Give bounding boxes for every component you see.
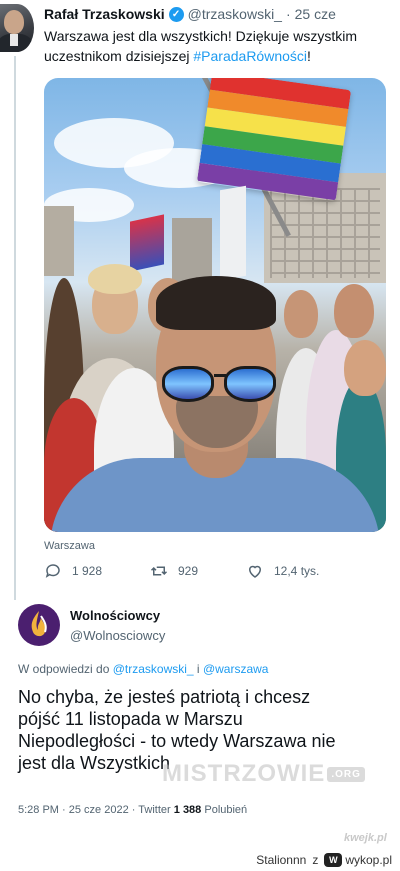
kwejk-watermark: kwejk.pl [344,832,387,844]
reply-source: Twitter [138,804,171,816]
tweet-actions: 1 928 929 12,4 tys. [44,562,384,586]
crowd-head [344,340,386,396]
author-handle[interactable]: @trzaskowski_ [188,6,282,22]
reply-author-handle[interactable]: @Wolnosciowcy [70,628,165,643]
reply-text-line: pójść 11 listopada w Marszu [18,709,243,729]
reply-likes-count[interactable]: 1 388 [174,804,202,816]
speech-bubble-icon [45,564,60,578]
small-flag [220,185,246,281]
footer-joiner: z [312,852,319,867]
avatar-shirt [10,34,18,46]
avatar-face [4,10,24,34]
reply-context-prefix: W odpowiedzi do [18,662,113,676]
avatar-trzaskowski[interactable] [0,4,34,52]
reply-time[interactable]: 5:28 PM [18,804,59,816]
mistrzowie-watermark: MISTRZOWIE .ORG [162,760,365,788]
sunglasses-left-lens [162,366,214,402]
footer-site[interactable]: wykop.pl [345,853,392,867]
rainbow-flag [196,78,352,201]
like-count: 12,4 tys. [274,564,320,578]
tweet-text: Warszawa jest dla wszystkich! Dziękuje w… [44,26,394,66]
retweet-arrows-icon [150,566,168,576]
tweet-photo[interactable] [44,78,386,532]
reply-text-line: No chyba, że jesteś patriotą i chcesz [18,687,311,707]
small-flag [130,214,164,272]
tweet-text-line-1: Warszawa jest dla wszystkich! Dziękuje w… [44,28,357,44]
hashtag-link[interactable]: #ParadaRówności [193,48,307,64]
avatar-wolnosciowcy[interactable] [18,604,60,646]
like-button[interactable]: 12,4 tys. [246,562,319,580]
reply-context-joiner: i [193,662,203,676]
wykop-footer: Stalionnn z W wykop.pl [0,848,400,871]
verified-badge-icon: ✓ [168,6,184,22]
selfie-hair [156,276,276,330]
watermark-text: MISTRZOWIE [162,760,326,787]
author-name[interactable]: Rafał Trzaskowski [44,6,165,22]
crowd-head [334,284,374,338]
tweet-text-line-2: uczestnikom dzisiejszej #ParadaRówności! [44,46,394,66]
photo-building [44,206,74,276]
mention-trzaskowski[interactable]: @trzaskowski_ [113,662,194,676]
retweet-count: 929 [178,564,199,578]
meta-separator: · [62,804,69,816]
original-tweet[interactable]: Rafał Trzaskowski ✓ @trzaskowski_ · 25 c… [0,0,400,600]
reply-count: 1 928 [72,564,103,578]
flame-icon [31,611,47,637]
photo-location[interactable]: Warszawa [44,540,95,552]
reply-text-line: Niepodległości - to wtedy Warszawa nie [18,731,336,751]
crowd-head [284,290,318,338]
footer-user[interactable]: Stalionnn [256,853,306,867]
watermark-suffix: .ORG [327,767,365,783]
crowd-head [88,264,142,294]
heart-icon [248,565,262,578]
separator-dot: · [285,6,291,22]
reply-author-name[interactable]: Wolnościowcy [70,608,160,623]
tweet-timestamp[interactable]: 25 cze [295,6,336,22]
tweet-header: Rafał Trzaskowski ✓ @trzaskowski_ · 25 c… [44,6,336,22]
sunglasses-right-lens [224,366,276,402]
reply-likes-label[interactable]: Polubień [204,804,247,816]
tweet-text-suffix: ! [307,48,311,64]
thread-connector-line [14,56,16,600]
sunglasses-bridge [214,374,226,377]
reply-tweet-meta: 5:28 PM · 25 cze 2022 · Twitter 1 388 Po… [18,804,247,816]
tweet-text-line-2-prefix: uczestnikom dzisiejszej [44,48,194,64]
mention-warszawa[interactable]: @warszawa [203,662,269,676]
wykop-logo-icon: W [324,852,343,867]
reply-context: W odpowiedzi do @trzaskowski_ i @warszaw… [18,662,268,676]
reply-button[interactable]: 1 928 [44,562,102,580]
reply-date[interactable]: 25 cze 2022 [69,804,129,816]
retweet-button[interactable]: 929 [150,562,198,580]
